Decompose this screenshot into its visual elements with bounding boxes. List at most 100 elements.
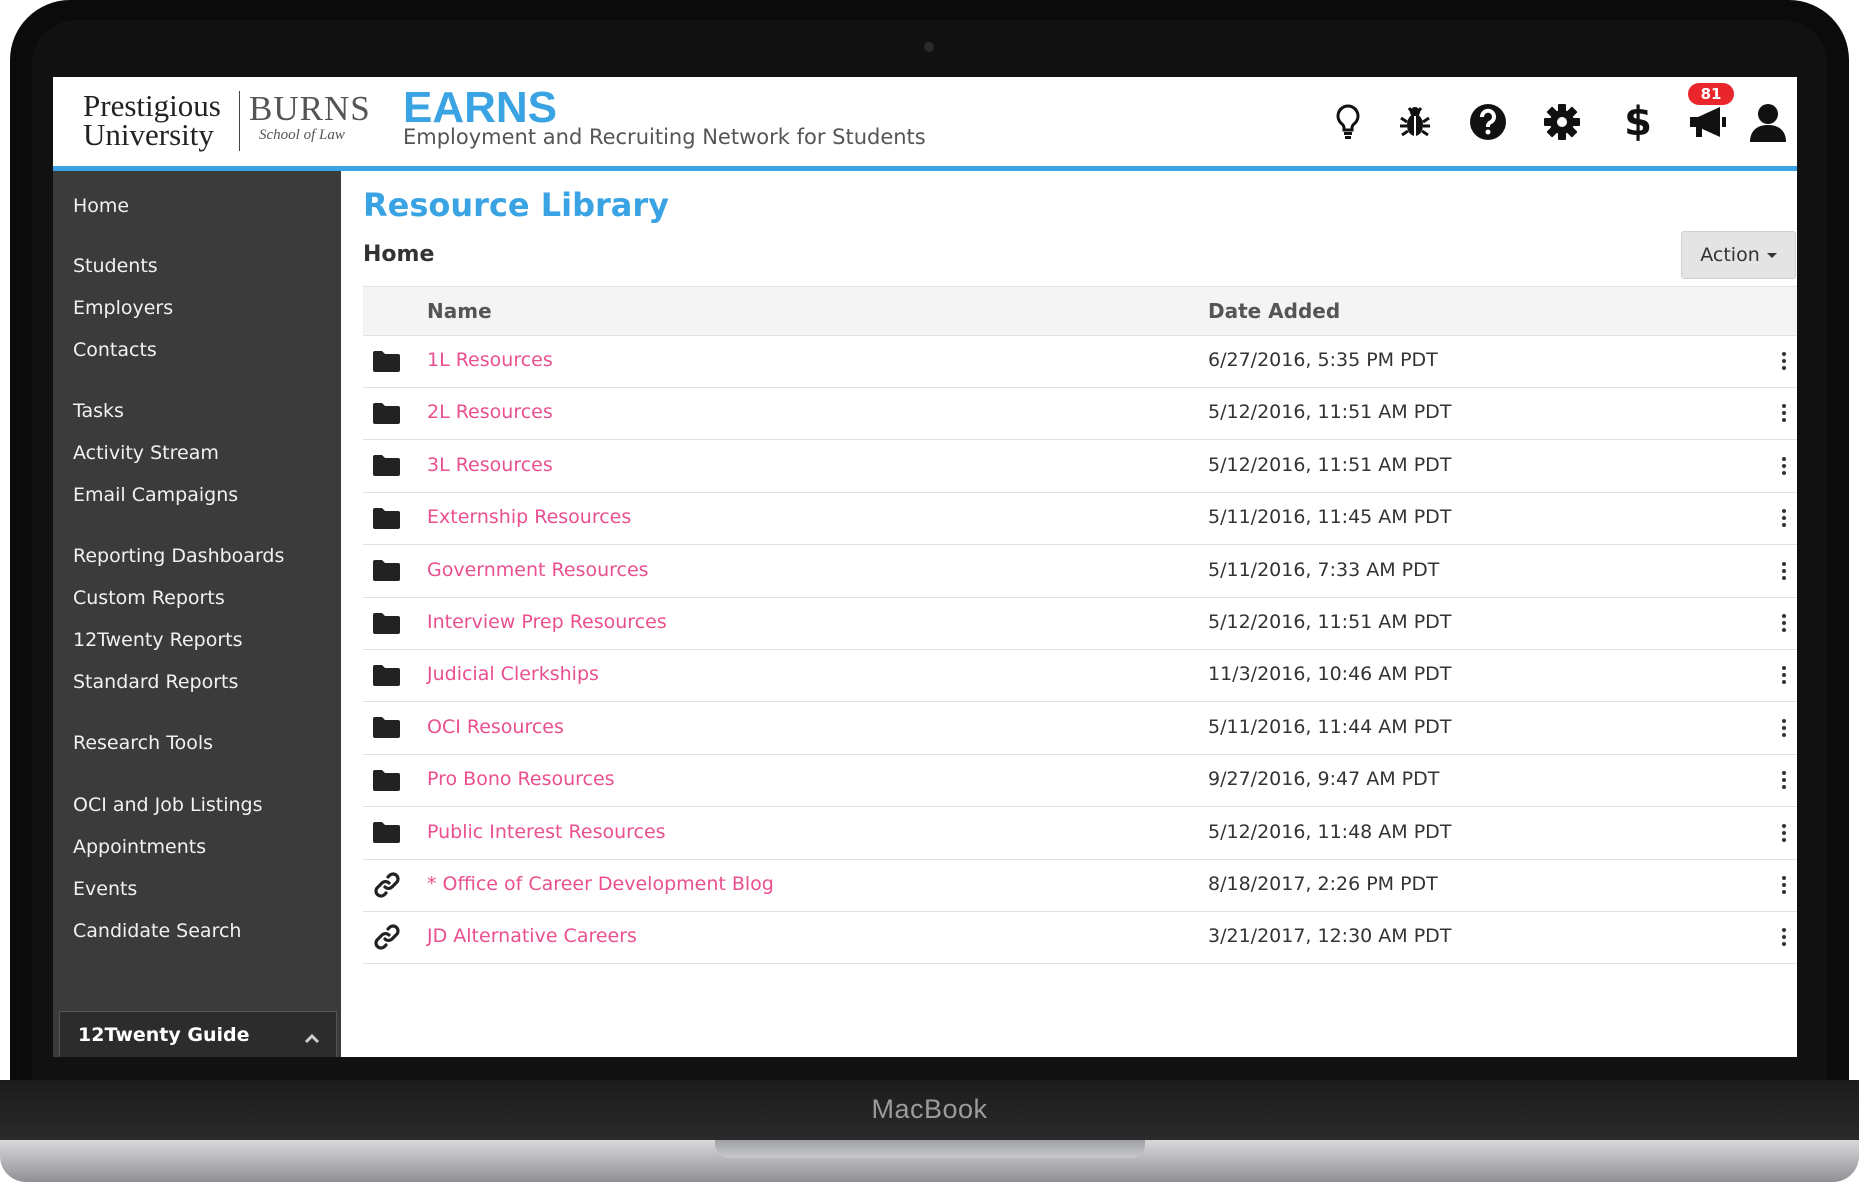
page-title: Resource Library (363, 186, 670, 224)
device-label: MacBook (871, 1094, 988, 1124)
table-row[interactable]: JD Alternative Careers 3/21/2017, 12:30 A… (363, 911, 1797, 965)
resource-name-link[interactable]: Public Interest Resources (427, 821, 666, 843)
folder-icon (373, 765, 403, 795)
sidebar-item-tasks[interactable]: Tasks (73, 400, 124, 422)
resource-date-added: 9/27/2016, 9:47 AM PDT (1208, 768, 1440, 791)
sidebar-item-students[interactable]: Students (73, 255, 158, 277)
folder-icon (373, 451, 403, 481)
resource-name-link[interactable]: Government Resources (427, 559, 649, 581)
sidebar-item-candidate-search[interactable]: Candidate Search (73, 920, 241, 942)
resource-name-link[interactable]: Externship Resources (427, 506, 631, 528)
resource-date-added: 5/11/2016, 7:33 AM PDT (1208, 558, 1440, 581)
sidebar-item-events[interactable]: Events (73, 878, 137, 900)
help-icon[interactable] (1463, 97, 1513, 147)
main-content: Resource Library Home Action Name Date A… (341, 171, 1797, 1057)
burns-logo: BURNS (249, 89, 371, 128)
resource-name-link[interactable]: 2L Resources (427, 401, 553, 423)
resource-date-added: 5/11/2016, 11:45 AM PDT (1208, 506, 1452, 529)
folder-icon (373, 660, 403, 690)
folder-icon (373, 346, 403, 376)
table-row[interactable]: Judicial Clerkships 11/3/2016, 10:46 AM P… (363, 649, 1797, 703)
logo-line-1: Prestigious (83, 88, 221, 123)
resource-name-link[interactable]: 1L Resources (427, 349, 553, 371)
sidebar-item-standard-reports[interactable]: Standard Reports (73, 671, 238, 693)
university-logo[interactable]: Prestigious University (83, 88, 243, 150)
table-row[interactable]: Pro Bono Resources 9/27/2016, 9:47 AM PDT (363, 754, 1797, 808)
table-row[interactable]: 3L Resources 5/12/2016, 11:51 AM PDT (363, 440, 1797, 493)
table-row[interactable]: Government Resources 5/11/2016, 7:33 AM P… (363, 545, 1797, 598)
table-row[interactable]: OCI Resources 5/11/2016, 11:44 AM PDT (363, 702, 1797, 755)
resource-name-link[interactable]: OCI Resources (427, 716, 564, 738)
row-menu-icon[interactable] (1778, 399, 1790, 427)
sidebar-item-email-campaigns[interactable]: Email Campaigns (73, 484, 238, 506)
link-icon (373, 870, 403, 900)
resource-date-added: 8/18/2017, 2:26 PM PDT (1208, 873, 1438, 895)
sidebar-item-oci-job-listings[interactable]: OCI and Job Listings (73, 794, 262, 816)
bug-icon[interactable] (1390, 97, 1440, 147)
row-menu-icon[interactable] (1778, 609, 1790, 637)
row-menu-icon[interactable] (1778, 347, 1790, 375)
sidebar-item-research-tools[interactable]: Research Tools (73, 732, 213, 754)
folder-icon (373, 503, 403, 533)
logo-divider (239, 91, 240, 151)
resource-name-link[interactable]: * Office of Career Development Blog (427, 873, 774, 895)
laptop-notch (715, 1140, 1145, 1158)
row-menu-icon[interactable] (1778, 504, 1790, 532)
app-tagline: Employment and Recruiting Network for St… (403, 125, 926, 149)
resource-date-added: 5/12/2016, 11:51 AM PDT (1208, 401, 1452, 424)
column-header-name[interactable]: Name (427, 299, 492, 323)
folder-icon (373, 713, 403, 743)
dollar-icon[interactable]: $ (1613, 97, 1663, 147)
row-menu-icon[interactable] (1778, 661, 1790, 689)
resource-date-added: 5/12/2016, 11:51 AM PDT (1208, 611, 1452, 633)
row-menu-icon[interactable] (1778, 714, 1790, 742)
12twenty-guide-panel[interactable]: 12Twenty Guide (59, 1011, 337, 1057)
sidebar-item-appointments[interactable]: Appointments (73, 836, 206, 858)
table-row[interactable]: Interview Prep Resources 5/12/2016, 11:51… (363, 597, 1797, 650)
resource-name-link[interactable]: 3L Resources (427, 454, 553, 476)
sidebar-item-12twenty-reports[interactable]: 12Twenty Reports (73, 629, 243, 651)
user-icon[interactable] (1743, 97, 1793, 147)
resource-date-added: 3/21/2017, 12:30 AM PDT (1208, 925, 1452, 948)
column-header-date-added[interactable]: Date Added (1208, 299, 1340, 323)
sidebar-nav: Home Students Employers Contacts Tasks A… (53, 171, 341, 1057)
resource-date-added: 5/11/2016, 11:44 AM PDT (1208, 715, 1452, 738)
folder-icon (373, 556, 403, 586)
chevron-up-icon[interactable] (304, 1028, 320, 1047)
table-row[interactable]: Externship Resources 5/11/2016, 11:45 AM … (363, 492, 1797, 546)
resource-date-added: 11/3/2016, 10:46 AM PDT (1208, 663, 1452, 686)
resource-name-link[interactable]: JD Alternative Careers (427, 925, 637, 947)
action-label: Action (1700, 244, 1760, 266)
resource-date-added: 6/27/2016, 5:35 PM PDT (1208, 349, 1438, 371)
table-header: Name Date Added (363, 286, 1797, 336)
sidebar-item-home[interactable]: Home (73, 195, 129, 217)
breadcrumb: Home (363, 242, 435, 267)
sidebar-item-employers[interactable]: Employers (73, 297, 173, 319)
row-menu-icon[interactable] (1778, 452, 1790, 480)
gear-icon[interactable] (1537, 97, 1587, 147)
row-menu-icon[interactable] (1778, 766, 1790, 794)
table-row[interactable]: Public Interest Resources 5/12/2016, 11:4… (363, 807, 1797, 860)
action-dropdown-button[interactable]: Action (1681, 231, 1796, 279)
table-row[interactable]: * Office of Career Development Blog 8/18/… (363, 859, 1797, 912)
school-of-law-label: School of Law (259, 127, 345, 143)
sidebar-item-contacts[interactable]: Contacts (73, 339, 157, 361)
resource-name-link[interactable]: Interview Prep Resources (427, 611, 667, 633)
resource-name-link[interactable]: Judicial Clerkships (427, 663, 599, 685)
folder-icon (373, 818, 403, 848)
resource-name-link[interactable]: Pro Bono Resources (427, 768, 615, 790)
folder-icon (373, 608, 403, 638)
link-icon (373, 922, 403, 952)
sidebar-item-custom-reports[interactable]: Custom Reports (73, 587, 225, 609)
sidebar-item-activity-stream[interactable]: Activity Stream (73, 442, 219, 464)
row-menu-icon[interactable] (1778, 923, 1790, 951)
notification-badge: 81 (1688, 83, 1734, 105)
row-menu-icon[interactable] (1778, 819, 1790, 847)
table-row[interactable]: 1L Resources 6/27/2016, 5:35 PM PDT (363, 335, 1797, 388)
lightbulb-icon[interactable] (1323, 97, 1373, 147)
row-menu-icon[interactable] (1778, 871, 1790, 899)
sidebar-item-reporting-dashboards[interactable]: Reporting Dashboards (73, 545, 284, 567)
top-header: Prestigious University BURNS School of L… (53, 77, 1797, 171)
table-row[interactable]: 2L Resources 5/12/2016, 11:51 AM PDT (363, 387, 1797, 441)
row-menu-icon[interactable] (1778, 557, 1790, 585)
